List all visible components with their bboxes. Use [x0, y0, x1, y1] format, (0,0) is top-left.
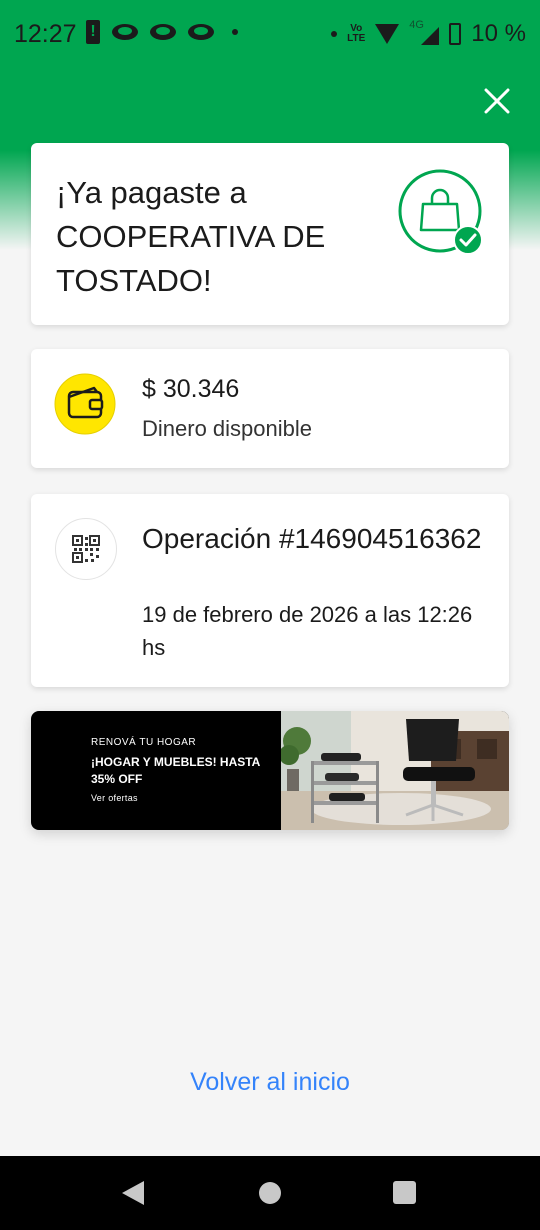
notification-eye-icon	[112, 24, 138, 40]
volte-bottom-label: LTE	[347, 33, 366, 44]
system-icons: Vo LTE 4G 10 %	[325, 19, 526, 48]
wallet-icon	[54, 373, 116, 435]
signal-icon: 4G	[409, 19, 440, 45]
banner-cta-link[interactable]: Ver ofertas	[91, 793, 261, 803]
status-dot-icon	[331, 31, 338, 37]
success-title: ¡Ya pagaste a COOPERATIVA DE TOSTADO!	[56, 175, 326, 298]
close-button[interactable]	[480, 84, 514, 118]
balance-label: Dinero disponible	[142, 416, 312, 441]
more-notifications-icon	[232, 29, 238, 35]
banner-text: RENOVÁ TU HOGAR ¡HOGAR Y MUEBLES! HASTA …	[91, 737, 261, 803]
qr-code-icon	[72, 535, 100, 563]
status-time: 12:27	[14, 20, 77, 48]
volte-icon: Vo LTE	[347, 24, 365, 44]
qr-code-icon-wrapper	[55, 518, 117, 580]
close-icon	[484, 88, 510, 114]
signal-bars-icon	[421, 27, 440, 45]
nav-recents-icon[interactable]	[393, 1181, 416, 1204]
banner-eyebrow: RENOVÁ TU HOGAR	[91, 737, 197, 748]
battery-icon	[449, 23, 462, 45]
promo-banner[interactable]: RENOVÁ TU HOGAR ¡HOGAR Y MUEBLES! HASTA …	[31, 711, 509, 830]
nav-back-icon[interactable]	[122, 1181, 144, 1205]
nav-home-icon[interactable]	[259, 1182, 281, 1204]
battery-alert-icon: !	[86, 20, 100, 44]
notification-icons: !	[86, 20, 238, 44]
battery-percentage: 10 %	[471, 20, 526, 47]
operation-date: 19 de febrero de 2026 a las 12:26 hs	[142, 602, 473, 660]
notification-eye-icon	[188, 24, 214, 40]
operation-card: Operación #146904516362 19 de febrero de…	[31, 494, 509, 687]
shopping-bag-check-icon	[398, 169, 483, 255]
status-bar: 12:27 ! Vo LTE 4G 10 %	[0, 0, 540, 66]
notification-eye-icon	[150, 24, 176, 40]
banner-headline: ¡HOGAR Y MUEBLES! HASTA 35% OFF	[91, 755, 260, 786]
furniture-photo	[281, 711, 509, 830]
back-to-home-link[interactable]: Volver al inicio	[0, 1068, 540, 1097]
balance-amount: $ 30.346	[142, 375, 240, 403]
system-navigation-bar	[0, 1156, 540, 1230]
wifi-icon	[375, 24, 400, 44]
payment-success-card: ¡Ya pagaste a COOPERATIVA DE TOSTADO!	[31, 143, 509, 325]
operation-number: Operación #146904516362	[142, 523, 482, 554]
balance-card: $ 30.346 Dinero disponible	[31, 349, 509, 468]
